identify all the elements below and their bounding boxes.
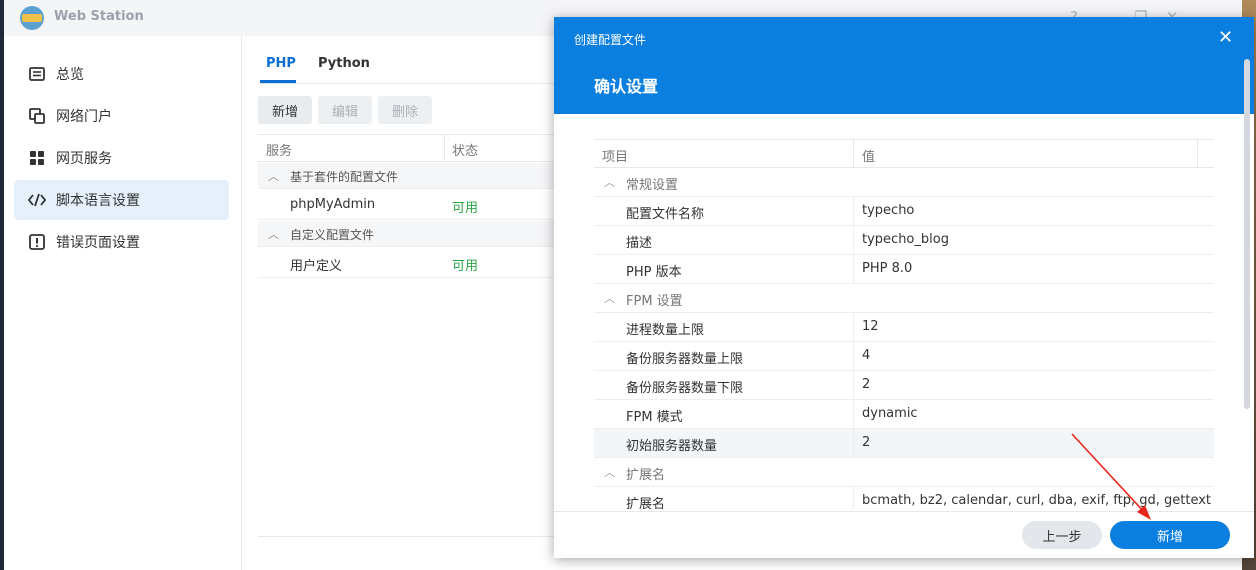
row-key: 进程数量上限	[626, 323, 705, 338]
edit-button[interactable]: 编辑	[318, 96, 372, 124]
dialog-title: 确认设置	[594, 77, 659, 96]
row-key: 备份服务器数量下限	[626, 381, 744, 396]
sidebar-item-label: 网络门户	[56, 109, 112, 125]
table-row: 初始服务器数量 2	[594, 429, 1214, 458]
settings-summary-table: 项目 值 ︿ 常规设置 配置文件名称 typecho 描述 typecho_bl…	[594, 139, 1214, 509]
row-key: 备份服务器数量上限	[626, 352, 744, 367]
window-title: Web Station	[54, 9, 144, 24]
row-key: 配置文件名称	[626, 207, 705, 222]
table-row: PHP 版本 PHP 8.0	[594, 255, 1214, 284]
row-key: FPM 模式	[626, 410, 683, 425]
status-text: 可用	[452, 201, 479, 216]
group-label: 自定义配置文件	[290, 228, 375, 242]
confirm-add-button[interactable]: 新增	[1110, 521, 1230, 549]
sidebar-item-web-service[interactable]: 网页服务	[14, 138, 229, 178]
table-row: 配置文件名称 typecho	[594, 197, 1214, 226]
web-station-logo-icon	[20, 6, 44, 30]
chevron-up-icon[interactable]: ︿	[604, 174, 615, 190]
dialog-subtitle: 创建配置文件	[574, 33, 647, 47]
column-header-item[interactable]: 项目	[602, 146, 628, 165]
group-label: 常规设置	[626, 178, 679, 193]
sidebar-item-overview[interactable]: 总览	[14, 54, 229, 94]
table-row: 备份服务器数量下限 2	[594, 371, 1214, 400]
table-header: 项目 值	[594, 139, 1214, 168]
column-header-status[interactable]: 状态	[452, 140, 478, 159]
row-value: dynamic	[862, 406, 918, 421]
row-value: 4	[862, 348, 871, 363]
sidebar-item-error-page[interactable]: 错误页面设置	[14, 222, 229, 262]
group-row[interactable]: ︿ FPM 设置	[594, 284, 1214, 313]
chevron-up-icon[interactable]: ︿	[268, 168, 279, 184]
service-name: phpMyAdmin	[290, 197, 376, 212]
row-value: typecho	[862, 203, 915, 218]
table-row: FPM 模式 dynamic	[594, 400, 1214, 429]
sidebar-item-script-language[interactable]: 脚本语言设置	[14, 180, 229, 220]
group-label: 基于套件的配置文件	[290, 170, 399, 184]
row-value: typecho_blog	[862, 232, 949, 247]
service-name: 用户定义	[290, 259, 343, 274]
error-page-icon	[28, 233, 46, 251]
row-key: 描述	[626, 236, 653, 251]
table-row: 备份服务器数量上限 4	[594, 342, 1214, 371]
table-row: 描述 typecho_blog	[594, 226, 1214, 255]
dialog-header: 创建配置文件 ✕ 确认设置	[554, 17, 1254, 114]
group-row[interactable]: ︿ 扩展名	[594, 458, 1214, 487]
create-profile-dialog: 创建配置文件 ✕ 确认设置 项目 值 ︿ 常规设置 配置文件名称 typecho…	[554, 17, 1254, 558]
chevron-up-icon[interactable]: ︿	[268, 226, 279, 242]
dialog-scrollbar[interactable]	[1244, 59, 1250, 409]
row-value: PHP 8.0	[862, 261, 913, 276]
group-row[interactable]: ︿ 常规设置	[594, 168, 1214, 197]
tab-python[interactable]: Python	[318, 56, 370, 71]
sidebar: 总览 网络门户 网页服务 脚本语言设置 错误页面设置	[4, 36, 242, 570]
add-button[interactable]: 新增	[258, 96, 312, 124]
group-label: 扩展名	[626, 468, 666, 483]
sidebar-item-label: 网页服务	[56, 151, 112, 167]
row-key: PHP 版本	[626, 265, 682, 280]
status-text: 可用	[452, 259, 479, 274]
row-value: 12	[862, 319, 879, 334]
overview-icon	[28, 65, 46, 83]
column-header-service[interactable]: 服务	[266, 140, 292, 159]
delete-button[interactable]: 删除	[378, 96, 432, 124]
row-value: 2	[862, 435, 871, 450]
previous-step-button[interactable]: 上一步	[1022, 521, 1102, 549]
code-icon	[28, 191, 46, 209]
sidebar-item-label: 总览	[56, 67, 84, 83]
tab-php[interactable]: PHP	[266, 56, 296, 71]
table-row: 扩展名 bcmath, bz2, calendar, curl, dba, ex…	[594, 487, 1214, 509]
sidebar-item-portal[interactable]: 网络门户	[14, 96, 229, 136]
table-row: 进程数量上限 12	[594, 313, 1214, 342]
group-label: FPM 设置	[626, 294, 683, 309]
chevron-up-icon[interactable]: ︿	[604, 290, 615, 306]
dialog-footer-divider	[554, 511, 1254, 512]
column-header-value[interactable]: 值	[862, 146, 875, 165]
row-value: bcmath, bz2, calendar, curl, dba, exif, …	[862, 493, 1212, 508]
row-value: 2	[862, 377, 871, 392]
chevron-up-icon[interactable]: ︿	[604, 464, 615, 480]
sidebar-item-label: 脚本语言设置	[56, 193, 140, 209]
portal-icon	[28, 107, 46, 125]
close-icon[interactable]: ✕	[1218, 27, 1233, 48]
web-service-icon	[28, 149, 46, 167]
row-key: 初始服务器数量	[626, 439, 718, 454]
row-key: 扩展名	[626, 497, 666, 509]
sidebar-item-label: 错误页面设置	[56, 235, 140, 251]
